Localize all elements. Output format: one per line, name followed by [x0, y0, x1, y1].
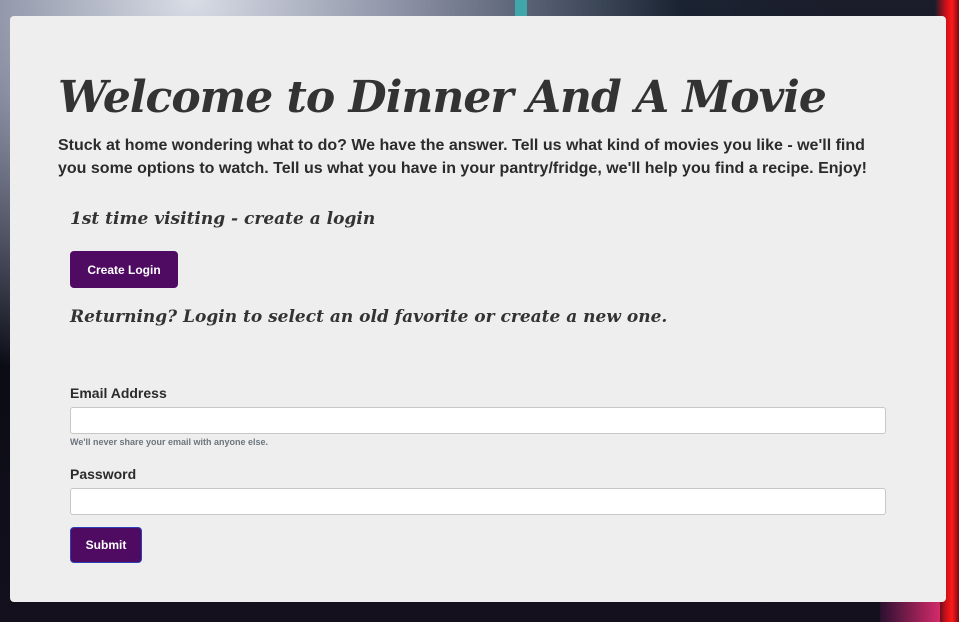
email-label: Email Address [70, 385, 167, 401]
email-field[interactable] [70, 407, 886, 434]
create-login-button[interactable]: Create Login [70, 251, 178, 288]
submit-button[interactable]: Submit [70, 527, 142, 563]
signup-heading: 1st time visiting - create a login [70, 209, 376, 229]
main-card: Welcome to Dinner And A Movie Stuck at h… [10, 16, 946, 602]
intro-text: Stuck at home wondering what to do? We h… [58, 137, 867, 177]
password-label: Password [70, 466, 137, 482]
background-accent [880, 600, 940, 622]
password-field[interactable] [70, 488, 886, 515]
email-help-text: We'll never share your email with anyone… [70, 437, 269, 447]
background-accent [515, 0, 527, 16]
page-title: Welcome to Dinner And A Movie [58, 72, 827, 123]
login-heading: Returning? Login to select an old favori… [70, 307, 668, 327]
